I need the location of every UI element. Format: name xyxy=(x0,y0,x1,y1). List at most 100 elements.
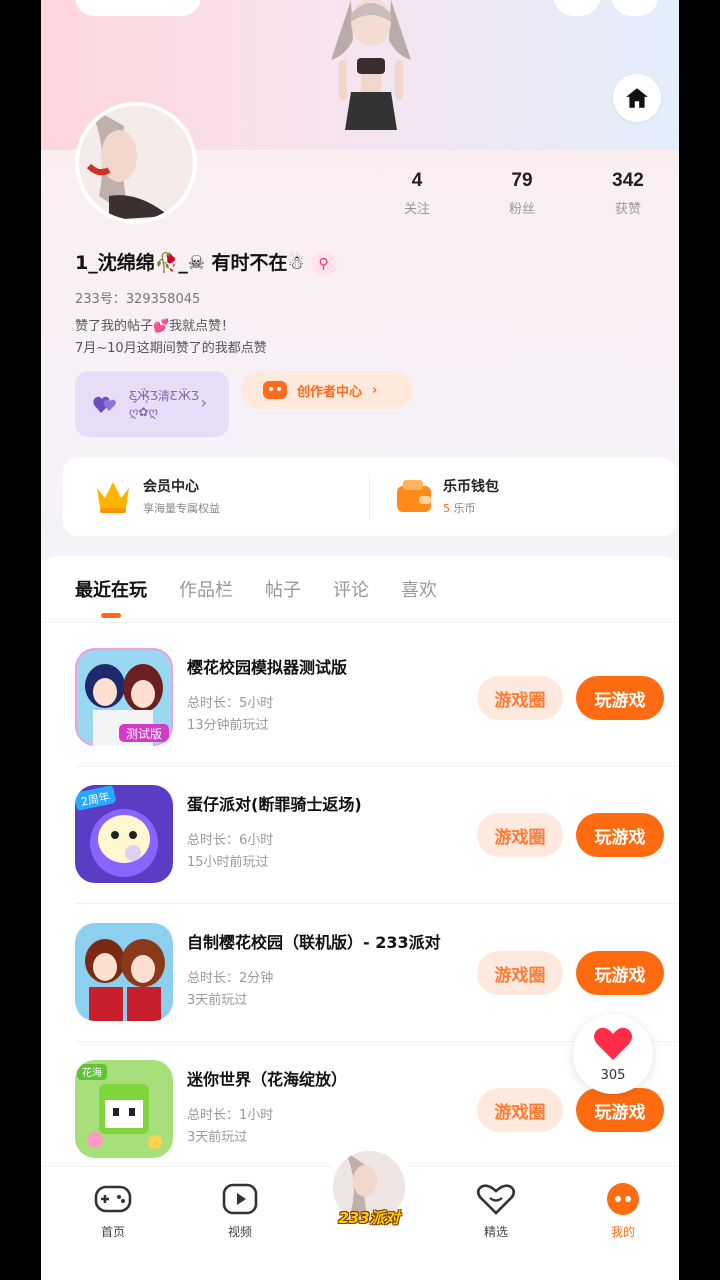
game-duration: 总时长：5小时 xyxy=(187,696,274,711)
top-left-pill[interactable] xyxy=(75,0,201,16)
profile-bio: 赞了我的帖子💕我就点赞！ 7月~10月这期间赞了的我都点赞 xyxy=(75,316,267,360)
video-icon xyxy=(222,1183,258,1215)
wallet-amount: 5 xyxy=(443,502,450,515)
top-action-button-2[interactable] xyxy=(611,0,659,16)
game-name: 自制樱花校园（联机版）- 233派对 xyxy=(187,933,441,952)
crown-icon xyxy=(97,482,129,513)
floating-like-button[interactable]: 305 xyxy=(573,1014,653,1094)
close-friend-card[interactable]: Ƹ̵̡Ӝ̵̨̄Ʒ清ƸӜƷ ღ✿ღ › xyxy=(75,371,229,437)
vip-title: 会员中心 xyxy=(143,479,199,495)
divider xyxy=(41,622,679,623)
nav-mine[interactable]: 我的 xyxy=(583,1183,663,1240)
stat-label: 关注 xyxy=(403,202,430,217)
wallet-balance: 5 乐币 xyxy=(443,500,499,516)
vip-center[interactable]: 会员中心 享海量专属权益 xyxy=(93,476,220,516)
top-action-button-1[interactable] xyxy=(553,0,601,16)
stat-value: 342 xyxy=(612,170,644,191)
creator-center-label: 创作者中心 xyxy=(297,384,363,400)
play-game-button[interactable]: 玩游戏 xyxy=(576,951,664,995)
nickname-text: 1_沈绵绵🥀_☠ 有时不在☃ xyxy=(75,252,305,274)
double-heart-icon xyxy=(93,396,116,413)
nav-party[interactable]: 233派对 xyxy=(327,1145,411,1229)
game-duration: 总时长：1小时 xyxy=(187,1108,274,1123)
game-name: 樱花校园模拟器测试版 xyxy=(187,658,348,677)
friend-card-text: Ƹ̵̡Ӝ̵̨̄Ʒ清ƸӜƷ ღ✿ღ xyxy=(129,388,199,420)
vip-subtitle: 享海量专属权益 xyxy=(143,502,220,515)
character-figure xyxy=(331,0,411,130)
nav-label: 首页 xyxy=(100,1225,125,1239)
game-circle-button[interactable]: 游戏圈 xyxy=(477,676,563,720)
gender-badge-icon: ⚲ xyxy=(310,250,337,277)
game-last-played: 15小时前玩过 xyxy=(187,855,269,870)
nav-label: 我的 xyxy=(610,1225,635,1239)
home-icon xyxy=(626,88,648,108)
stat-label: 粉丝 xyxy=(508,202,535,217)
friend-deco: ღ✿ღ xyxy=(129,405,158,419)
bottom-navigation: 首页 视频 233派对 精选 我的 xyxy=(41,1145,679,1280)
game-icon-sakura-test[interactable]: 测试版 xyxy=(75,648,173,746)
nav-label: 视频 xyxy=(227,1225,252,1239)
tab-likes[interactable]: 喜欢 xyxy=(401,576,437,602)
bio-line: 7月~10月这期间赞了的我都点赞 xyxy=(75,341,267,356)
game-last-played: 3天前玩过 xyxy=(187,993,248,1008)
profile-tabs: 最近在玩 作品栏 帖子 评论 喜欢 xyxy=(75,576,469,618)
game-list-item[interactable]: 测试版 樱花校园模拟器测试版 总时长：5小时 13分钟前玩过 游戏圈 玩游戏 xyxy=(75,648,679,786)
avatar-image xyxy=(79,106,193,220)
gamepad-icon xyxy=(263,381,287,399)
game-circle-button[interactable]: 游戏圈 xyxy=(477,813,563,857)
divider xyxy=(75,766,679,767)
friend-name: Ƹ̵̡Ӝ̵̨̄Ʒ清ƸӜƷ xyxy=(129,389,199,403)
game-duration: 总时长：2分钟 xyxy=(187,971,274,986)
wallet-title: 乐币钱包 xyxy=(443,479,499,495)
divider xyxy=(369,474,370,520)
like-count: 305 xyxy=(600,1068,626,1083)
tab-recent[interactable]: 最近在玩 xyxy=(75,576,147,618)
game-icon-eggy-party[interactable]: 2周年 xyxy=(75,785,173,883)
stat-likes[interactable]: 342 获赞 xyxy=(588,170,668,217)
play-game-button[interactable]: 玩游戏 xyxy=(576,1088,664,1132)
icon-badge: 花海 xyxy=(82,1066,102,1079)
wallet-unit: 乐币 xyxy=(453,502,476,515)
game-circle-button[interactable]: 游戏圈 xyxy=(477,1088,563,1132)
chevron-right-icon: › xyxy=(372,382,378,398)
tab-posts[interactable]: 帖子 xyxy=(265,576,301,602)
game-last-played: 3天前玩过 xyxy=(187,1130,248,1145)
divider xyxy=(75,903,679,904)
lecoin-wallet[interactable]: 乐币钱包 5 乐币 xyxy=(395,476,499,516)
icon-badge: 测试版 xyxy=(126,726,162,741)
game-duration: 总时长：6小时 xyxy=(187,833,274,848)
service-card: 会员中心 享海量专属权益 乐币钱包 5 乐币 xyxy=(63,458,677,536)
nav-home[interactable]: 首页 xyxy=(73,1183,153,1240)
creator-center-button[interactable]: 创作者中心 › xyxy=(241,371,413,409)
nav-party-label: 233派对 xyxy=(338,1209,400,1227)
game-list-item[interactable]: 2周年 蛋仔派对(断罪骑士返场) 总时长：6小时 15小时前玩过 游戏圈 玩游戏 xyxy=(75,785,679,923)
game-name: 蛋仔派对(断罪骑士返场) xyxy=(187,795,362,814)
profile-screen: 4 关注 79 粉丝 342 获赞 1_沈绵绵🥀_☠ 有时不在☃ ⚲ 233号：3… xyxy=(41,0,679,1280)
profile-nickname: 1_沈绵绵🥀_☠ 有时不在☃ ⚲ xyxy=(75,248,337,277)
stat-following[interactable]: 4 关注 xyxy=(377,170,457,217)
play-game-button[interactable]: 玩游戏 xyxy=(576,813,664,857)
profile-uid: 233号：329358045 xyxy=(75,292,201,307)
profile-avatar[interactable] xyxy=(75,102,197,224)
stat-followers[interactable]: 79 粉丝 xyxy=(482,170,562,217)
game-name: 迷你世界（花海绽放） xyxy=(187,1070,348,1089)
gamepad-icon xyxy=(94,1185,132,1213)
bio-line: 赞了我的帖子💕我就点赞！ xyxy=(75,319,235,334)
nav-video[interactable]: 视频 xyxy=(200,1183,280,1240)
tab-comments[interactable]: 评论 xyxy=(333,576,369,602)
heart-icon xyxy=(594,1027,632,1060)
home-button[interactable] xyxy=(613,74,661,122)
game-last-played: 13分钟前玩过 xyxy=(187,718,269,733)
play-game-button[interactable]: 玩游戏 xyxy=(576,676,664,720)
nav-featured[interactable]: 精选 xyxy=(456,1183,536,1240)
tab-works[interactable]: 作品栏 xyxy=(179,576,233,602)
stat-value: 4 xyxy=(411,170,423,191)
game-icon-mini-world[interactable]: 花海 xyxy=(75,1060,173,1158)
stat-value: 79 xyxy=(511,170,533,191)
stat-label: 获赞 xyxy=(614,202,641,217)
wallet-icon xyxy=(397,480,431,512)
game-circle-button[interactable]: 游戏圈 xyxy=(477,951,563,995)
heart-chat-icon xyxy=(476,1184,516,1215)
nav-label: 精选 xyxy=(483,1225,508,1239)
game-icon-sakura-online[interactable] xyxy=(75,923,173,1021)
